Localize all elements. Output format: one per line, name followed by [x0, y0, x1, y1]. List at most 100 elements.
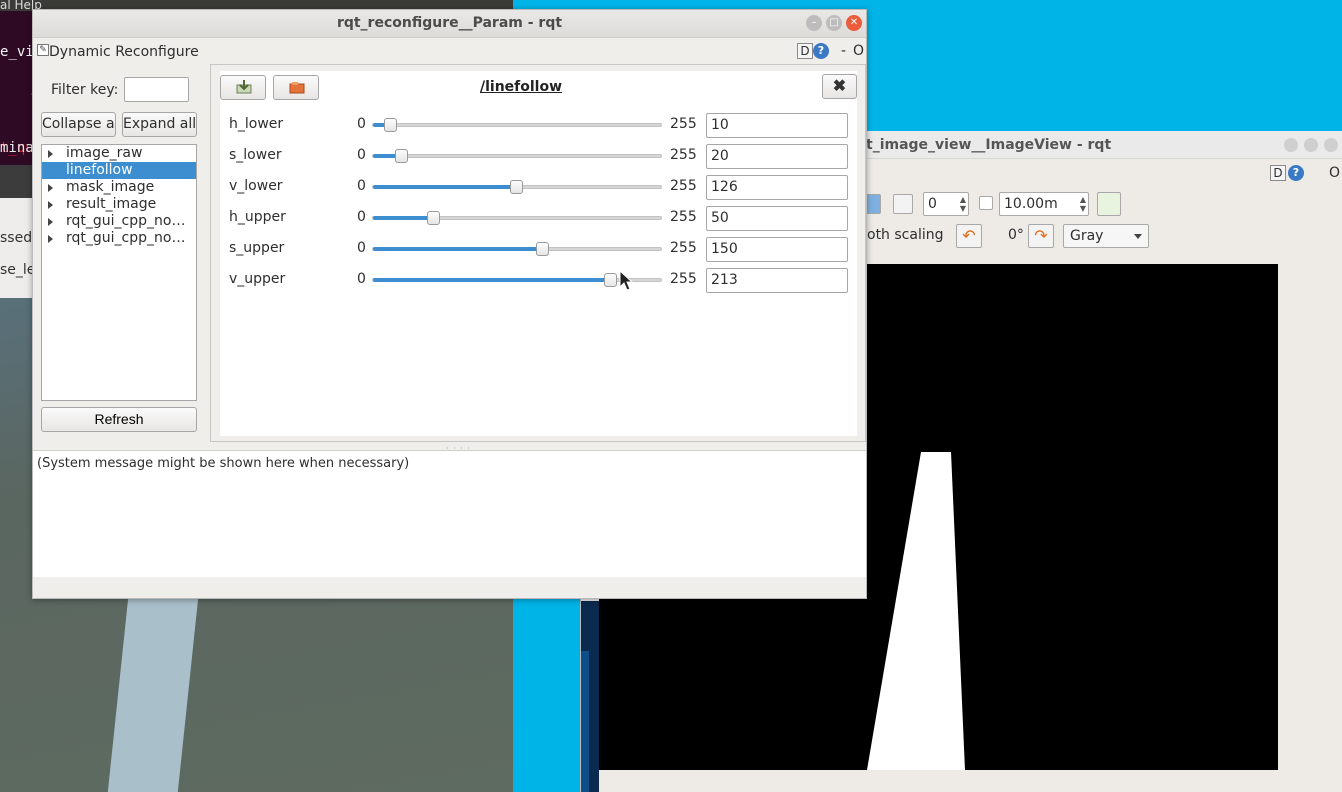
window-bottom — [33, 577, 866, 598]
param-slider[interactable] — [372, 149, 662, 163]
param-name: s_upper — [229, 240, 285, 256]
param-row: v_lower 0 255 126 — [220, 173, 857, 204]
load-button[interactable] — [273, 75, 319, 100]
filter-input[interactable] — [124, 77, 189, 102]
close-button[interactable]: ✕ — [846, 15, 862, 31]
param-name: s_lower — [229, 147, 282, 163]
rotate-right-icon[interactable]: ↷ — [1028, 224, 1054, 248]
expand-arrow-icon[interactable] — [48, 150, 53, 158]
close-icon[interactable]: ✖ — [822, 74, 857, 99]
status-message: (System message might be shown here when… — [37, 456, 410, 471]
collapse-all-button[interactable]: Collapse all — [41, 112, 116, 137]
param-max: 255 — [670, 147, 697, 163]
param-value-input[interactable]: 150 — [706, 237, 848, 262]
tree-item-selected[interactable]: linefollow — [42, 162, 196, 179]
plugin-close-button[interactable]: O — [853, 43, 864, 59]
param-value-input[interactable]: 213 — [706, 268, 848, 293]
slider-handle[interactable] — [510, 180, 523, 194]
param-max: 255 — [670, 271, 697, 287]
param-min: 0 — [357, 240, 366, 256]
plugin-bar: ✎ Dynamic Reconfigure D ? - O — [33, 40, 866, 64]
image-view-title: t_image_view__ImageView - rqt — [866, 137, 1112, 153]
param-row: h_lower 0 255 10 — [220, 111, 857, 142]
close-button[interactable] — [1324, 138, 1338, 152]
slider-handle[interactable] — [536, 242, 549, 256]
node-title: /linefollow — [480, 79, 563, 95]
titlebar: rqt_reconfigure__Param - rqt – □ ✕ — [33, 10, 866, 38]
filter-label: Filter key: — [51, 82, 119, 98]
spin-box-0[interactable]: 0 ▲ ▼ — [923, 192, 969, 216]
edit-icon: ✎ — [37, 44, 49, 56]
background-strip — [581, 651, 589, 792]
param-value-input[interactable]: 126 — [706, 175, 848, 200]
param-row: s_upper 0 255 150 — [220, 235, 857, 266]
expand-all-button[interactable]: Expand all — [122, 112, 197, 137]
slider-handle[interactable] — [604, 273, 617, 287]
maximize-button[interactable]: □ — [826, 15, 842, 31]
smooth-scaling-label: oth scaling — [867, 227, 944, 243]
param-slider[interactable] — [372, 118, 662, 132]
slider-fill — [373, 216, 434, 220]
expand-arrow-icon[interactable] — [48, 184, 53, 192]
chevron-down-icon — [1134, 234, 1142, 239]
tree-item[interactable]: mask_image — [42, 179, 196, 196]
param-max: 255 — [670, 240, 697, 256]
tree-item[interactable]: rqt_gui_cpp_no… — [42, 230, 196, 247]
param-row: h_upper 0 255 50 — [220, 204, 857, 235]
param-value-input[interactable]: 50 — [706, 206, 848, 231]
color-scheme-select[interactable]: Gray — [1063, 224, 1149, 248]
expand-arrow-icon[interactable] — [48, 218, 53, 226]
spin-box-duration[interactable]: 10.00m ▲ ▼ — [999, 192, 1089, 216]
param-editor: /linefollow ✖ h_lower 0 255 10 s_lower 0 — [220, 71, 857, 436]
save-button[interactable] — [220, 75, 266, 100]
window-title: rqt_reconfigure__Param - rqt — [336, 15, 563, 31]
param-max: 255 — [670, 116, 697, 132]
tree-item[interactable]: result_image — [42, 196, 196, 213]
slider-fill — [373, 247, 543, 251]
param-slider[interactable] — [372, 180, 662, 194]
zoom-icon[interactable] — [893, 194, 913, 214]
param-min: 0 — [357, 209, 366, 225]
param-name: h_lower — [229, 116, 284, 132]
refresh-button[interactable]: Refresh — [41, 407, 197, 432]
slider-handle[interactable] — [427, 211, 440, 225]
param-min: 0 — [357, 178, 366, 194]
spin-arrows-icon: ▲ ▼ — [1079, 195, 1086, 213]
rotation-label: 0° — [1008, 227, 1024, 243]
rqt-reconfigure-window: rqt_reconfigure__Param - rqt – □ ✕ ✎ Dyn… — [32, 9, 867, 599]
save-image-icon[interactable] — [1097, 192, 1121, 216]
minimize-button[interactable]: – — [806, 15, 822, 31]
iv-o-label: O — [1328, 165, 1340, 181]
param-row: s_lower 0 255 20 — [220, 142, 857, 173]
slider-fill — [373, 278, 611, 282]
plugin-minimize-button[interactable]: - — [841, 43, 846, 59]
tree-item[interactable]: image_raw — [42, 145, 196, 162]
tree-item[interactable]: rqt_gui_cpp_no… — [42, 213, 196, 230]
expand-arrow-icon[interactable] — [48, 235, 53, 243]
enable-checkbox[interactable] — [979, 196, 993, 210]
help-icon[interactable]: ? — [813, 43, 829, 59]
maximize-button[interactable] — [1304, 138, 1318, 152]
iv-d-button[interactable]: D — [1270, 165, 1286, 181]
node-tree: image_raw linefollow mask_image result_i… — [41, 144, 197, 401]
param-value-input[interactable]: 10 — [706, 113, 848, 138]
slider-handle[interactable] — [395, 149, 408, 163]
param-slider[interactable] — [372, 242, 662, 256]
expand-arrow-icon[interactable] — [48, 201, 53, 209]
save-icon — [236, 80, 252, 94]
param-name: v_upper — [229, 271, 286, 287]
rotate-left-icon[interactable]: ↶ — [956, 224, 982, 248]
param-min: 0 — [357, 116, 366, 132]
spin-arrows-icon: ▲ ▼ — [959, 195, 966, 213]
minimize-button[interactable] — [1284, 138, 1298, 152]
param-min: 0 — [357, 271, 366, 287]
param-row: v_upper 0 255 213 — [220, 266, 857, 297]
background-app-text: ssed — [0, 230, 33, 246]
plugin-d-button[interactable]: D — [797, 43, 813, 59]
param-value-input[interactable]: 20 — [706, 144, 848, 169]
folder-open-icon — [289, 82, 305, 94]
help-icon[interactable]: ? — [1288, 165, 1304, 181]
mouse-cursor-icon — [619, 270, 633, 291]
param-slider[interactable] — [372, 211, 662, 225]
slider-handle[interactable] — [384, 118, 397, 132]
